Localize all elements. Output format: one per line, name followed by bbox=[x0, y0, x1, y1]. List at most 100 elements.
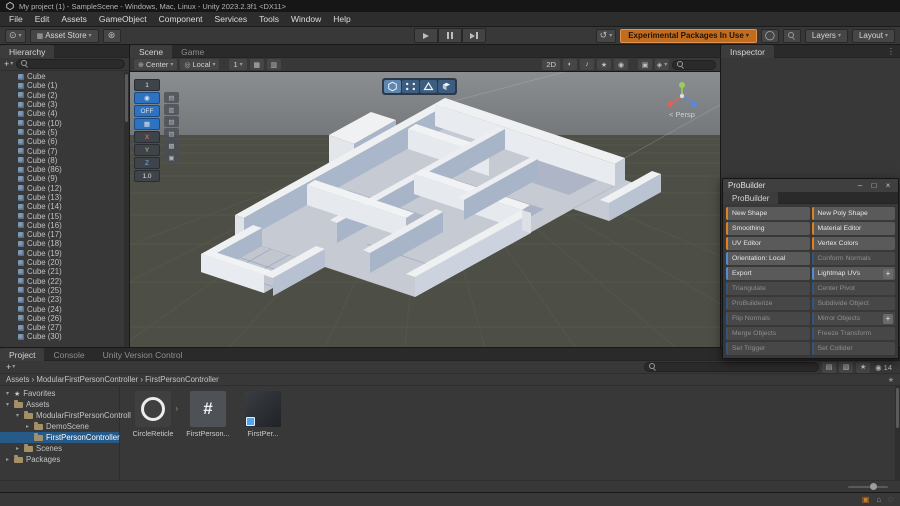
hierarchy-item[interactable]: Cube (20) bbox=[0, 258, 129, 267]
play-button[interactable] bbox=[414, 28, 438, 43]
hierarchy-item[interactable]: Cube (13) bbox=[0, 193, 129, 202]
hierarchy-item[interactable]: Cube (6) bbox=[0, 137, 129, 146]
project-tab[interactable]: Unity Version Control bbox=[94, 348, 192, 361]
scene-search[interactable] bbox=[672, 59, 716, 70]
project-tree-item[interactable]: ▸ ★ DemoScene bbox=[0, 421, 119, 432]
probuilder-action-button[interactable]: UV Editor + bbox=[726, 237, 810, 250]
hierarchy-search[interactable] bbox=[16, 59, 125, 69]
hierarchy-item[interactable]: Cube (10) bbox=[0, 118, 129, 128]
menu-item[interactable]: GameObject bbox=[93, 12, 153, 26]
probuilder-action-button[interactable]: ProBuilderize + bbox=[726, 297, 810, 310]
edge-mode-button[interactable] bbox=[420, 80, 437, 93]
hierarchy-item[interactable]: Cube (7) bbox=[0, 146, 129, 156]
add-gameobject-button[interactable]: + ▾ bbox=[4, 59, 13, 69]
hierarchy-item[interactable]: Cube (9) bbox=[0, 174, 129, 183]
asset-item[interactable]: # › FirstPerson... bbox=[185, 391, 231, 438]
tab-hierarchy[interactable]: Hierarchy bbox=[0, 45, 55, 58]
progrids-button[interactable]: Y bbox=[134, 144, 160, 156]
progrids-button[interactable]: X bbox=[134, 131, 160, 143]
probuilder-action-button[interactable]: New Shape + bbox=[726, 207, 810, 220]
hierarchy-item[interactable]: Cube (15) bbox=[0, 211, 129, 221]
menu-item[interactable]: Assets bbox=[55, 12, 93, 26]
tool-pivot-dropdown[interactable]: ⊕ Center ▾ bbox=[134, 59, 178, 70]
progrids-menu-button[interactable]: ▨ bbox=[164, 128, 179, 139]
activity-status-icon[interactable]: ◌ bbox=[888, 495, 893, 504]
asset-item[interactable]: # › FirstPer... bbox=[240, 391, 286, 438]
tree-caret-icon[interactable]: ▾ bbox=[4, 401, 11, 408]
favorite-toggle-icon[interactable]: ★ bbox=[888, 376, 894, 384]
tab-inspector[interactable]: Inspector bbox=[721, 45, 774, 58]
minimize-button[interactable]: – bbox=[855, 181, 865, 190]
menu-item[interactable]: Services bbox=[209, 12, 254, 26]
project-tab[interactable]: Project bbox=[0, 348, 45, 361]
scrollbar-thumb[interactable] bbox=[896, 388, 899, 428]
lighting-toggle[interactable]: ◐ bbox=[563, 59, 577, 70]
tab-probuilder[interactable]: ProBuilder bbox=[723, 192, 779, 204]
probuilder-action-button[interactable]: Mirror Objects + bbox=[811, 312, 895, 325]
tool-orientation-dropdown[interactable]: ◎ Local ▾ bbox=[180, 59, 220, 70]
cloud-services-button[interactable]: ◯ bbox=[760, 28, 779, 43]
project-tree-item[interactable]: ▸ ★ Packages bbox=[0, 454, 119, 465]
tree-caret-icon[interactable]: ▾ bbox=[4, 390, 11, 397]
probuilder-action-button[interactable]: Export + bbox=[726, 267, 810, 280]
tree-caret-icon[interactable]: ▸ bbox=[24, 423, 31, 430]
project-search-input[interactable] bbox=[660, 362, 815, 372]
2d-toggle[interactable]: 2D bbox=[542, 59, 560, 70]
probuilder-action-button[interactable]: Material Editor + bbox=[811, 222, 895, 235]
camera-settings-button[interactable]: ▣ bbox=[638, 59, 652, 70]
menu-item[interactable]: Tools bbox=[253, 12, 285, 26]
hierarchy-item[interactable]: Cube (24) bbox=[0, 304, 129, 314]
hierarchy-item[interactable]: Cube (22) bbox=[0, 277, 129, 286]
services-settings-button[interactable]: ⊛ bbox=[102, 28, 121, 43]
hierarchy-scrollbar[interactable] bbox=[124, 72, 129, 347]
slider-track[interactable] bbox=[848, 485, 888, 488]
progrids-button[interactable]: ◉ bbox=[134, 92, 160, 104]
probuilder-action-button[interactable]: Lightmap UVs + bbox=[811, 267, 895, 280]
scene-tab[interactable]: Game bbox=[172, 45, 213, 58]
menu-item[interactable]: Component bbox=[153, 12, 209, 26]
project-tree-item[interactable]: ▸ ★ Scenes bbox=[0, 443, 119, 454]
undo-history-button[interactable]: ↺ ▾ bbox=[595, 28, 617, 43]
hierarchy-item[interactable]: Cube (86) bbox=[0, 165, 129, 174]
probuilder-titlebar[interactable]: ProBuilder – □ × bbox=[723, 179, 898, 192]
hierarchy-item[interactable]: Cube (21) bbox=[0, 267, 129, 276]
perspective-label[interactable]: < Persp bbox=[669, 110, 695, 119]
progrids-menu-button[interactable]: ▥ bbox=[164, 104, 179, 115]
progrids-menu-button[interactable]: ▤ bbox=[164, 92, 179, 103]
hierarchy-item[interactable]: Cube (12) bbox=[0, 184, 129, 193]
probuilder-action-button[interactable]: New Poly Shape + bbox=[811, 207, 895, 220]
hierarchy-item[interactable]: Cube (27) bbox=[0, 323, 129, 332]
probuilder-action-button[interactable]: Vertex Colors + bbox=[811, 237, 895, 250]
project-tree-item[interactable]: ▾ ★ Assets bbox=[0, 399, 119, 410]
hierarchy-item[interactable]: Cube (18) bbox=[0, 239, 129, 248]
close-button[interactable]: × bbox=[883, 181, 893, 190]
tree-caret-icon[interactable]: ▾ bbox=[14, 412, 21, 419]
scene-viewport[interactable]: 1 ◉ OFF ▦ X Y Z 1.0 ▤ ▥ ▧ ▨ ▩ ▣ < Persp bbox=[130, 72, 720, 347]
scene-tab[interactable]: Scene bbox=[130, 45, 173, 58]
face-mode-button[interactable] bbox=[438, 80, 455, 93]
search-by-type-button[interactable]: ▤ bbox=[822, 361, 837, 373]
probuilder-action-button[interactable]: Conform Normals + bbox=[811, 252, 895, 265]
search-by-label-button[interactable]: ▧ bbox=[839, 361, 854, 373]
gizmos-dropdown[interactable]: ◈ ▾ bbox=[655, 59, 669, 70]
layout-dropdown[interactable]: Layout ▾ bbox=[851, 28, 895, 43]
probuilder-action-button[interactable]: Merge Objects + bbox=[726, 327, 810, 340]
menu-item[interactable]: File bbox=[3, 12, 29, 26]
scene-orientation-gizmo[interactable]: < Persp bbox=[660, 80, 704, 119]
tree-caret-icon[interactable]: ▸ bbox=[14, 445, 21, 452]
snap-settings-button[interactable]: ▥ bbox=[266, 59, 281, 70]
hierarchy-item[interactable]: Cube (17) bbox=[0, 230, 129, 239]
global-search-button[interactable] bbox=[782, 28, 801, 43]
hierarchy-item[interactable]: Cube (19) bbox=[0, 249, 129, 258]
hierarchy-item[interactable]: Cube (3) bbox=[0, 100, 129, 109]
hierarchy-item[interactable]: Cube (5) bbox=[0, 128, 129, 137]
probuilder-action-button[interactable]: Smoothing + bbox=[726, 222, 810, 235]
package-status-icon[interactable]: ▣ bbox=[862, 495, 870, 504]
asset-thumbnail[interactable]: # › bbox=[135, 391, 178, 427]
options-plus-icon[interactable]: + bbox=[883, 313, 893, 324]
project-search[interactable] bbox=[644, 362, 820, 372]
slider-knob[interactable] bbox=[870, 483, 877, 490]
menu-item[interactable]: Window bbox=[285, 12, 327, 26]
progrids-button[interactable]: 1 bbox=[134, 79, 160, 91]
progrids-button[interactable]: Z bbox=[134, 157, 160, 169]
